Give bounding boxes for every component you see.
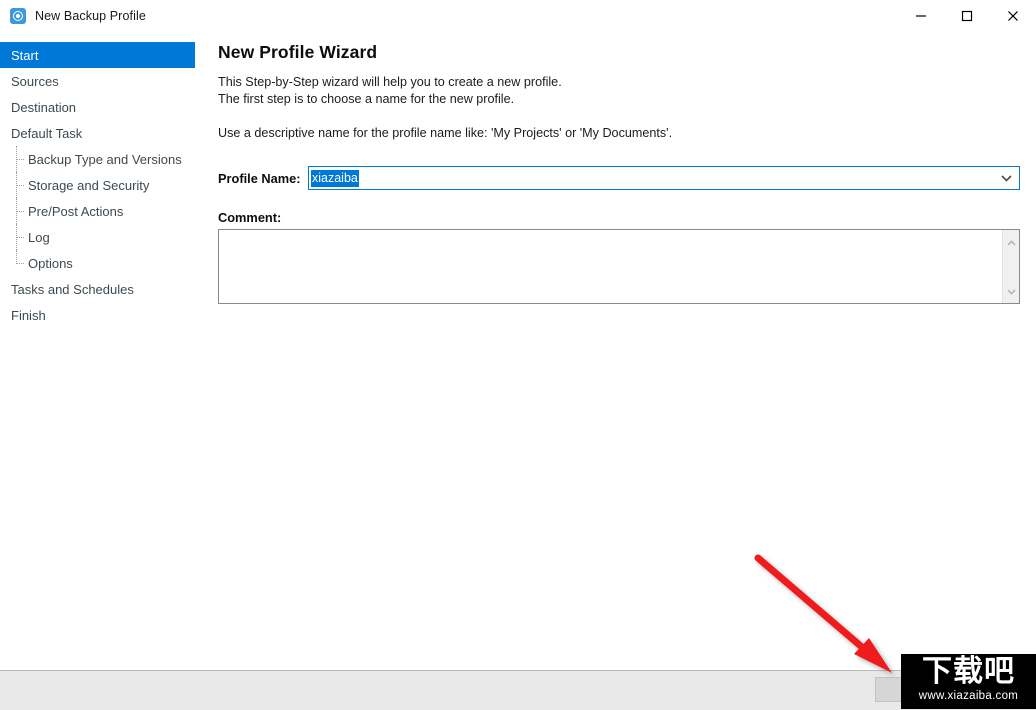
sidebar-item-destination[interactable]: Destination bbox=[0, 94, 201, 120]
site-watermark: 下载吧 www.xiazaiba.com bbox=[901, 654, 1036, 709]
close-icon[interactable] bbox=[990, 0, 1036, 31]
tree-line-icon bbox=[16, 263, 24, 264]
scroll-down-icon[interactable] bbox=[1006, 282, 1016, 300]
tree-line-icon bbox=[16, 237, 24, 238]
comment-label: Comment: bbox=[218, 210, 282, 225]
sidebar-item-log[interactable]: Log bbox=[0, 224, 201, 250]
tree-line-icon bbox=[16, 159, 24, 160]
sidebar-item-options[interactable]: Options bbox=[0, 250, 201, 276]
minimize-icon[interactable] bbox=[898, 0, 944, 31]
comment-scrollbar[interactable] bbox=[1002, 230, 1019, 303]
window-title: New Backup Profile bbox=[35, 8, 146, 23]
sidebar-item-backup-type-and-versions[interactable]: Backup Type and Versions bbox=[0, 146, 201, 172]
sidebar-item-label: Sources bbox=[11, 73, 59, 89]
sidebar-item-label: Destination bbox=[11, 99, 77, 115]
sidebar-item-finish[interactable]: Finish bbox=[0, 302, 201, 328]
tree-line-icon bbox=[16, 211, 24, 212]
window-controls bbox=[898, 0, 1036, 31]
hint-text: Use a descriptive name for the profile n… bbox=[218, 126, 673, 140]
sidebar-item-label: Finish bbox=[11, 307, 46, 323]
sidebar-item-label: Pre/Post Actions bbox=[28, 203, 124, 219]
scroll-up-icon[interactable] bbox=[1006, 233, 1016, 251]
comment-input[interactable] bbox=[219, 230, 1002, 303]
wizard-step-sidebar: Start Sources Destination Default Task B… bbox=[0, 31, 202, 670]
sidebar-item-sources[interactable]: Sources bbox=[0, 68, 201, 94]
profile-name-combobox[interactable]: xiazaiba bbox=[308, 166, 1020, 190]
page-title: New Profile Wizard bbox=[218, 42, 378, 62]
sidebar-item-label: Start bbox=[11, 47, 39, 63]
profile-name-label: Profile Name: bbox=[218, 170, 301, 186]
sidebar-item-label: Log bbox=[28, 229, 50, 245]
watermark-url: www.xiazaiba.com bbox=[918, 690, 1019, 702]
profile-name-input[interactable]: xiazaiba bbox=[311, 169, 359, 187]
wizard-content-panel: New Profile Wizard This Step-by-Step wiz… bbox=[202, 31, 1036, 670]
comment-textarea-wrapper bbox=[218, 229, 1020, 304]
sidebar-item-label: Options bbox=[28, 255, 73, 271]
chevron-down-icon[interactable] bbox=[1001, 167, 1012, 189]
profile-name-row: Profile Name: xiazaiba bbox=[218, 166, 1036, 190]
sidebar-item-storage-and-security[interactable]: Storage and Security bbox=[0, 172, 201, 198]
sidebar-item-start[interactable]: Start bbox=[0, 42, 195, 68]
sidebar-item-default-task[interactable]: Default Task bbox=[0, 120, 201, 146]
sidebar-item-label: Storage and Security bbox=[28, 177, 150, 193]
maximize-icon[interactable] bbox=[944, 0, 990, 31]
sidebar-item-tasks-and-schedules[interactable]: Tasks and Schedules bbox=[0, 276, 201, 302]
watermark-logo-text: 下载吧 bbox=[922, 654, 1015, 689]
sidebar-item-label: Default Task bbox=[11, 125, 83, 141]
sidebar-item-label: Backup Type and Versions bbox=[28, 151, 182, 167]
sidebar-item-pre-post-actions[interactable]: Pre/Post Actions bbox=[0, 198, 201, 224]
title-bar: New Backup Profile bbox=[0, 0, 1036, 32]
app-backup-icon bbox=[10, 7, 26, 24]
intro-line-1: This Step-by-Step wizard will help you t… bbox=[218, 75, 562, 89]
tree-line-icon bbox=[16, 185, 24, 186]
intro-line-2: The first step is to choose a name for t… bbox=[218, 92, 515, 106]
tree-line-icon bbox=[16, 250, 18, 264]
sidebar-item-label: Tasks and Schedules bbox=[11, 281, 134, 297]
window-body: Start Sources Destination Default Task B… bbox=[0, 31, 1036, 670]
